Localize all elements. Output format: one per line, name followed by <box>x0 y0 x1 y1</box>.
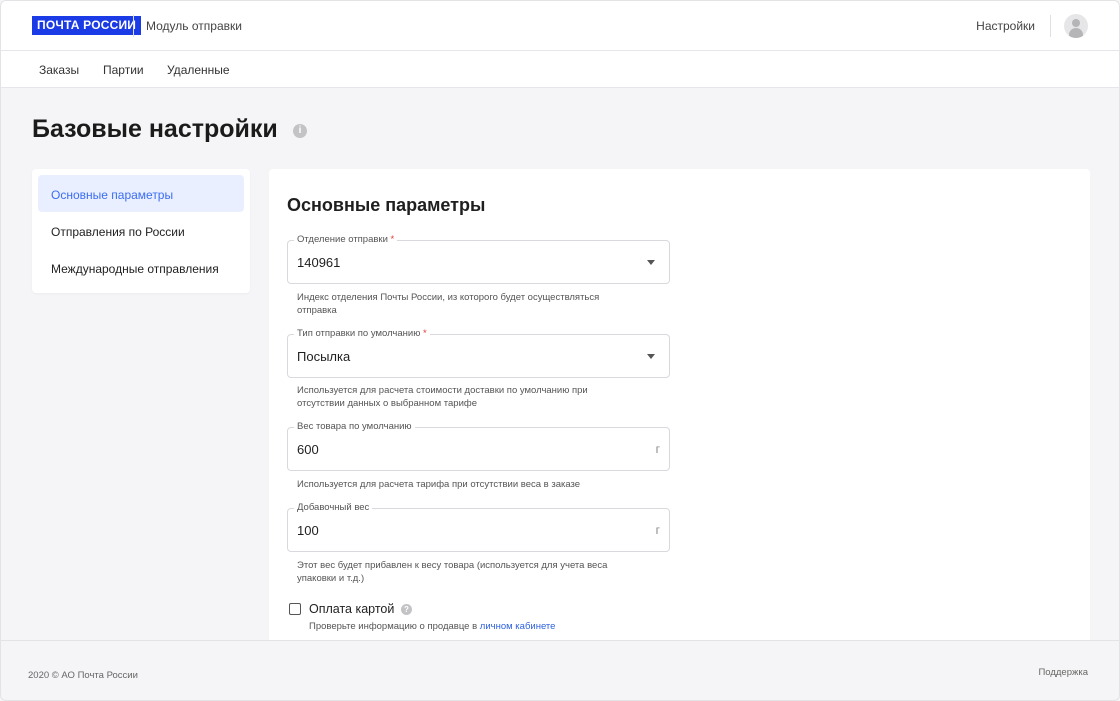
nav-item-deleted[interactable]: Удаленные <box>167 63 230 77</box>
nav-item-orders[interactable]: Заказы <box>39 63 79 77</box>
card-payment-checkbox[interactable] <box>289 603 301 615</box>
logo[interactable]: ПОЧТА РОССИИ <box>32 16 142 35</box>
info-icon[interactable]: i <box>293 124 307 138</box>
top-bar: ПОЧТА РОССИИ Модуль отправки Настройки <box>1 1 1119 51</box>
sidebar-item-basic-params[interactable]: Основные параметры <box>38 175 244 212</box>
field-hint: Используется для расчета стоимости доста… <box>297 385 588 409</box>
divider <box>1050 15 1051 37</box>
app-window: ПОЧТА РОССИИ Модуль отправки Настройки З… <box>0 0 1120 701</box>
additional-weight-input[interactable]: Добавочный вес 100 г <box>287 502 670 552</box>
field-value: Посылка <box>297 349 351 364</box>
nav-item-batches[interactable]: Партии <box>103 63 144 77</box>
field-value: 140961 <box>297 255 341 270</box>
field-hint: Используется для расчета тарифа при отсу… <box>297 479 581 490</box>
sidebar-item-international-shipments[interactable]: Международные отправления <box>38 249 244 286</box>
chevron-down-icon[interactable] <box>647 260 655 265</box>
support-link[interactable]: Поддержка <box>1038 667 1088 678</box>
settings-sidebar: Основные параметры Отправления по России… <box>32 169 250 293</box>
copyright: 2020 © АО Почта России <box>28 670 138 681</box>
divider <box>133 15 134 37</box>
page-title: Базовые настройки <box>32 115 278 143</box>
module-title: Модуль отправки <box>146 19 242 33</box>
post-office-select[interactable]: Отделение отправки * 140961 <box>287 234 670 284</box>
unit-label: г <box>655 442 660 456</box>
card-payment-label[interactable]: Оплата картой <box>309 602 394 616</box>
settings-panel: Основные параметры Отделение отправки * … <box>269 169 1090 649</box>
default-weight-input[interactable]: Вес товара по умолчанию 600 г <box>287 421 670 471</box>
field-label: Тип отправки по умолчанию * <box>294 328 430 339</box>
user-icon[interactable] <box>1064 14 1088 38</box>
sidebar-item-russia-shipments[interactable]: Отправления по России <box>38 212 244 249</box>
main-nav: Заказы Партии Удаленные <box>1 51 1119 88</box>
field-label: Отделение отправки * <box>294 234 398 245</box>
help-icon[interactable]: ? <box>401 604 412 615</box>
footer: 2020 © АО Почта России Поддержка <box>1 640 1119 700</box>
field-label: Вес товара по умолчанию <box>294 421 415 432</box>
card-payment-hint: Проверьте информацию о продавце в личном… <box>309 621 556 632</box>
field-hint: Этот вес будет прибавлен к весу товара (… <box>297 560 608 584</box>
field-value: 600 <box>297 442 319 457</box>
settings-link[interactable]: Настройки <box>976 19 1035 33</box>
field-label: Добавочный вес <box>294 502 373 513</box>
unit-label: г <box>655 523 660 537</box>
field-value: 100 <box>297 523 319 538</box>
chevron-down-icon[interactable] <box>647 354 655 359</box>
shipment-type-select[interactable]: Тип отправки по умолчанию * Посылка <box>287 328 670 378</box>
section-title: Основные параметры <box>287 195 486 215</box>
account-link[interactable]: личном кабинете <box>480 621 556 632</box>
field-hint: Индекс отделения Почты России, из которо… <box>297 292 600 316</box>
